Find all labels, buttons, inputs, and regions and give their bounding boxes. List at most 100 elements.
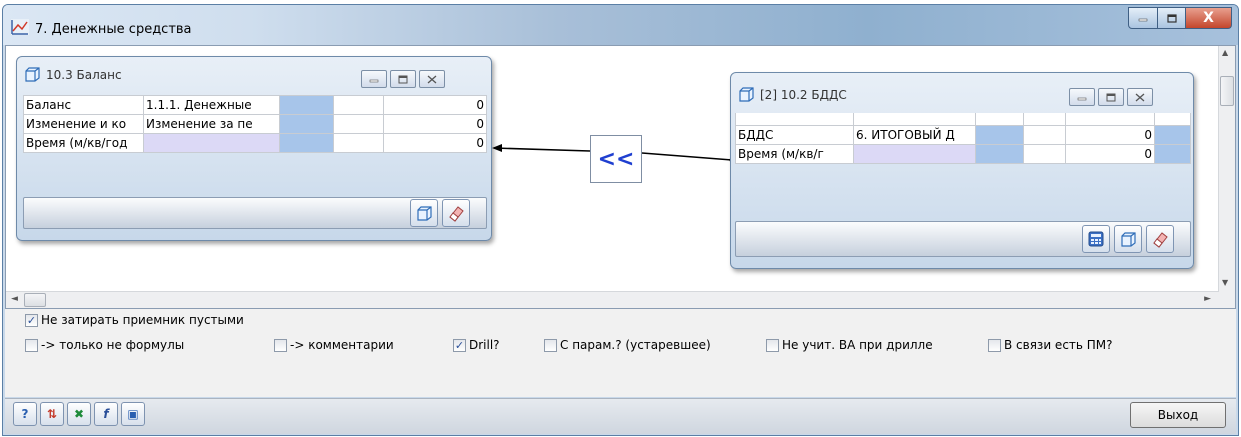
formula-icon[interactable]: f bbox=[94, 402, 118, 426]
exit-button[interactable]: Выход bbox=[1130, 402, 1226, 428]
grid-cell[interactable] bbox=[975, 143, 1024, 164]
grid-cell[interactable]: Время (м/кв/г bbox=[735, 143, 854, 164]
excel-icon[interactable]: ✖ bbox=[67, 402, 91, 426]
grid-cell-value[interactable]: 0 bbox=[383, 95, 487, 115]
scroll-up-icon[interactable]: ▲ bbox=[1222, 48, 1228, 57]
grid-cell[interactable] bbox=[333, 114, 384, 134]
grid-cell[interactable] bbox=[333, 95, 384, 115]
help-icon[interactable]: ? bbox=[13, 402, 37, 426]
option-with-params[interactable]: С парам.? (устаревшее) bbox=[544, 338, 711, 352]
table-row[interactable]: Время (м/кв/г 0 bbox=[735, 143, 1191, 164]
checkbox-checked-icon[interactable]: ✓ bbox=[453, 338, 466, 352]
scroll-left-icon[interactable]: ◄ bbox=[11, 294, 18, 304]
vertical-scrollbar[interactable]: ▲ ▼ bbox=[1218, 46, 1235, 308]
grid-cell[interactable]: Изменение и ко bbox=[23, 114, 144, 134]
subwindow-minimize-button[interactable] bbox=[1069, 88, 1095, 106]
eraser-button[interactable] bbox=[1146, 225, 1174, 253]
grid-cell[interactable]: 6. ИТОГОВЫЙ Д bbox=[853, 124, 976, 145]
option-label: Не затирать приемник пустыми bbox=[41, 313, 244, 327]
grid-cell[interactable] bbox=[1154, 124, 1191, 145]
balance-title-text: 10.3 Баланс bbox=[46, 67, 122, 82]
option-comments[interactable]: -> комментарии bbox=[274, 338, 394, 352]
cube-button[interactable] bbox=[410, 199, 438, 227]
minimize-button[interactable] bbox=[1128, 7, 1158, 29]
title-bar[interactable]: 7. Денежные средства X bbox=[3, 5, 1238, 45]
close-icon bbox=[427, 75, 437, 83]
scroll-right-icon[interactable]: ► bbox=[1204, 294, 1211, 304]
minimize-icon bbox=[1138, 18, 1148, 22]
checkbox-checked-icon[interactable]: ✓ bbox=[25, 313, 38, 327]
grid-cell[interactable] bbox=[1154, 143, 1191, 164]
window-controls: X bbox=[1128, 7, 1232, 29]
grid-cell-value[interactable]: 0 bbox=[1065, 143, 1155, 164]
checkbox-icon[interactable] bbox=[988, 338, 1001, 352]
grid-cell[interactable] bbox=[279, 114, 334, 134]
maximize-icon bbox=[1106, 93, 1116, 101]
grid-cell bbox=[853, 113, 976, 126]
sort-icon[interactable]: ⇅ bbox=[40, 402, 64, 426]
eraser-button[interactable] bbox=[442, 199, 470, 227]
table-row[interactable]: Изменение и ко Изменение за пе 0 bbox=[23, 114, 487, 134]
grid-cell[interactable] bbox=[1023, 124, 1066, 145]
bdds-grid[interactable]: БДДС 6. ИТОГОВЫЙ Д 0 Время (м/кв/г 0 bbox=[735, 113, 1191, 164]
scroll-thumb[interactable] bbox=[1220, 76, 1234, 106]
checkbox-icon[interactable] bbox=[544, 338, 557, 352]
maximize-button[interactable] bbox=[1158, 7, 1186, 29]
save-icon[interactable]: ▣ bbox=[121, 402, 145, 426]
grid-cell[interactable] bbox=[279, 95, 334, 115]
horizontal-scrollbar[interactable]: ◄ ► bbox=[6, 291, 1219, 308]
subwindow-minimize-button[interactable] bbox=[361, 70, 387, 88]
option-label: -> только не формулы bbox=[41, 338, 185, 352]
grid-cell bbox=[975, 113, 1024, 126]
scroll-down-icon[interactable]: ▼ bbox=[1222, 278, 1228, 287]
subwindow-close-button[interactable] bbox=[419, 70, 445, 88]
grid-cell[interactable] bbox=[333, 133, 384, 153]
grid-cell[interactable] bbox=[1023, 143, 1066, 164]
balance-grid[interactable]: Баланс 1.1.1. Денежные 0 Изменение и ко … bbox=[23, 95, 487, 153]
calculator-button[interactable] bbox=[1082, 225, 1110, 253]
link-direction-button[interactable]: << bbox=[590, 135, 642, 183]
grid-cell bbox=[1065, 113, 1155, 126]
option-ignore-va-drill[interactable]: Не учит. ВА при дрилле bbox=[766, 338, 933, 352]
option-drill[interactable]: ✓ Drill? bbox=[453, 338, 500, 352]
grid-cell[interactable] bbox=[143, 133, 280, 153]
checkbox-icon[interactable] bbox=[766, 338, 779, 352]
table-row[interactable]: Баланс 1.1.1. Денежные 0 bbox=[23, 95, 487, 115]
close-icon bbox=[1135, 93, 1145, 101]
grid-cell[interactable]: БДДС bbox=[735, 124, 854, 145]
close-button[interactable]: X bbox=[1186, 7, 1232, 29]
grid-cell[interactable] bbox=[975, 124, 1024, 145]
subwindow-close-button[interactable] bbox=[1127, 88, 1153, 106]
grid-cell[interactable] bbox=[279, 133, 334, 153]
grid-cell[interactable]: 1.1.1. Денежные bbox=[143, 95, 280, 115]
subwindow-maximize-button[interactable] bbox=[390, 70, 416, 88]
table-row[interactable]: Время (м/кв/год 0 bbox=[23, 133, 487, 153]
checkbox-icon[interactable] bbox=[25, 338, 38, 352]
grid-cell-value[interactable]: 0 bbox=[1065, 124, 1155, 145]
table-row[interactable]: БДДС 6. ИТОГОВЫЙ Д 0 bbox=[735, 124, 1191, 145]
workspace-canvas[interactable]: 10.3 Баланс Баланс 1.1.1. Денежные 0 Изм… bbox=[5, 45, 1236, 309]
option-only-not-formulas[interactable]: -> только не формулы bbox=[25, 338, 184, 352]
option-no-overwrite-empty[interactable]: ✓ Не затирать приемник пустыми bbox=[25, 313, 244, 327]
grid-cell[interactable]: Время (м/кв/год bbox=[23, 133, 144, 153]
bottom-toolbar: ? ⇅ ✖ f ▣ Выход bbox=[5, 398, 1236, 434]
cube-icon bbox=[1120, 231, 1136, 247]
maximize-icon bbox=[398, 75, 408, 83]
grid-cell[interactable]: Изменение за пе bbox=[143, 114, 280, 134]
bdds-subwindow-controls bbox=[1069, 88, 1153, 106]
balance-subwindow-controls bbox=[361, 70, 445, 88]
grid-cell[interactable]: Баланс bbox=[23, 95, 144, 115]
scroll-thumb[interactable] bbox=[24, 293, 46, 307]
cube-button[interactable] bbox=[1114, 225, 1142, 253]
grid-cell[interactable] bbox=[853, 143, 976, 164]
grid-cell-value[interactable]: 0 bbox=[383, 133, 487, 153]
minimize-icon bbox=[1077, 97, 1087, 101]
bdds-subwindow[interactable]: [2] 10.2 БДДС БДДС 6. ИТОГОВЫЙ Д 0 Время… bbox=[730, 72, 1194, 269]
option-link-has-pm[interactable]: В связи есть ПМ? bbox=[988, 338, 1113, 352]
grid-cell bbox=[1023, 113, 1066, 126]
checkbox-icon[interactable] bbox=[274, 338, 287, 352]
balance-subwindow[interactable]: 10.3 Баланс Баланс 1.1.1. Денежные 0 Изм… bbox=[16, 56, 492, 241]
grid-cell-value[interactable]: 0 bbox=[383, 114, 487, 134]
cube-icon bbox=[739, 87, 754, 102]
subwindow-maximize-button[interactable] bbox=[1098, 88, 1124, 106]
